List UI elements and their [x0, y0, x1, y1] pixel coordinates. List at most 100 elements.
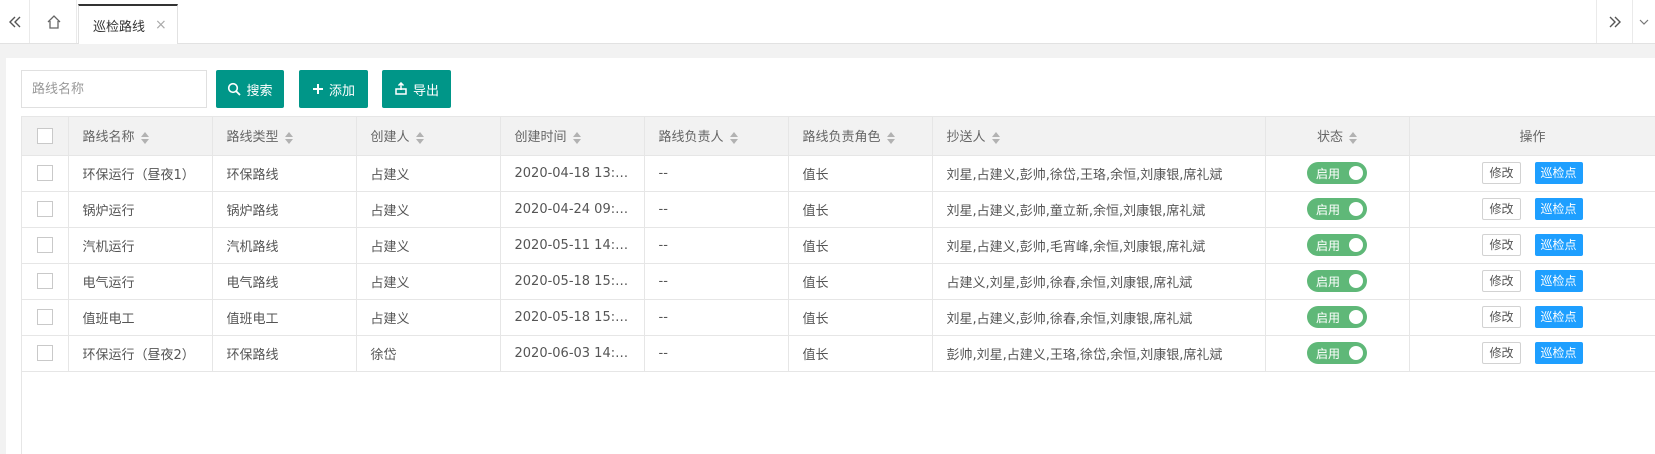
cell-route-type: 值班电工 [212, 299, 357, 336]
col-header-type[interactable]: 路线类型 [212, 117, 357, 156]
cell-created-time: 2020-06-03 14:0… [500, 335, 645, 372]
cell-cc: 彭帅,刘星,占建义,王珞,徐岱,余恒,刘康银,席礼斌 [932, 335, 1266, 372]
cell-creator: 徐岱 [356, 335, 501, 372]
export-button[interactable]: 导出 [382, 70, 451, 108]
edit-button[interactable]: 修改 [1482, 198, 1521, 220]
cell-created-time: 2020-04-24 09:0… [500, 191, 645, 228]
cell-route-name: 环保运行（昼夜2） [68, 335, 213, 372]
patrol-points-button[interactable]: 巡检点 [1534, 306, 1583, 328]
table-row[interactable]: 值班电工 值班电工 占建义 2020-05-18 15:1… -- 值长 刘星,占建义,彭帅… [22, 299, 1655, 336]
scroll-right-icon[interactable] [1596, 0, 1632, 43]
cell-owner-role: 值长 [788, 263, 933, 300]
status-toggle[interactable]: 启用 [1307, 162, 1367, 184]
patrol-points-button[interactable]: 巡检点 [1534, 270, 1583, 292]
col-header-owner[interactable]: 路线负责人 [644, 117, 789, 156]
toggle-knob [1349, 238, 1363, 252]
cell-route-type: 锅炉路线 [212, 191, 357, 228]
col-header-cc[interactable]: 抄送人 [932, 117, 1266, 156]
cell-cc: 刘星,占建义,彭帅,童立新,余恒,刘康银,席礼斌 [932, 191, 1266, 228]
edit-button[interactable]: 修改 [1482, 234, 1521, 256]
status-toggle-label: 启用 [1316, 238, 1341, 253]
patrol-points-button[interactable]: 巡检点 [1534, 234, 1583, 256]
table-row[interactable]: 汽机运行 汽机路线 占建义 2020-05-11 14:0… -- 值长 刘星,占建义,彭帅… [22, 227, 1655, 264]
col-header-name[interactable]: 路线名称 [68, 117, 213, 156]
row-checkbox[interactable] [36, 273, 53, 289]
add-button[interactable]: 添加 [299, 70, 368, 108]
status-toggle[interactable]: 启用 [1307, 234, 1367, 256]
row-checkbox[interactable] [36, 165, 53, 181]
cell-route-owner: -- [644, 155, 789, 192]
cell-route-name: 汽机运行 [68, 227, 213, 264]
sort-icon[interactable] [991, 131, 1000, 144]
cell-creator: 占建义 [356, 263, 501, 300]
edit-button[interactable]: 修改 [1482, 162, 1521, 184]
row-checkbox[interactable] [36, 201, 53, 217]
cell-actions: 修改 巡检点 [1409, 155, 1655, 192]
col-header-creator[interactable]: 创建人 [356, 117, 501, 156]
col-header-role[interactable]: 路线负责角色 [788, 117, 933, 156]
cell-route-type: 汽机路线 [212, 227, 357, 264]
patrol-points-button[interactable]: 巡检点 [1534, 162, 1583, 184]
status-toggle[interactable]: 启用 [1307, 198, 1367, 220]
search-button[interactable]: 搜索 [216, 70, 284, 108]
col-header-status[interactable]: 状态 [1265, 117, 1410, 156]
status-toggle[interactable]: 启用 [1307, 342, 1367, 364]
sort-icon[interactable] [1349, 131, 1357, 144]
cell-owner-role: 值长 [788, 335, 933, 372]
patrol-points-button[interactable]: 巡检点 [1534, 342, 1583, 364]
tab-patrol-route[interactable]: 巡检路线 × [78, 4, 178, 44]
row-checkbox[interactable] [36, 345, 53, 361]
chevron-down-icon[interactable] [1632, 0, 1655, 43]
table-row[interactable]: 环保运行（昼夜2） 环保路线 徐岱 2020-06-03 14:0… -- 值长 彭帅,刘星… [22, 335, 1655, 372]
status-toggle-label: 启用 [1316, 310, 1341, 325]
row-checkbox[interactable] [36, 309, 53, 325]
sort-icon[interactable] [572, 131, 581, 144]
cell-route-name: 电气运行 [68, 263, 213, 300]
cell-creator: 占建义 [356, 227, 501, 264]
row-checkbox[interactable] [36, 237, 53, 253]
edit-button[interactable]: 修改 [1482, 342, 1521, 364]
cell-created-time: 2020-05-18 15:1… [500, 299, 645, 336]
table-row[interactable]: 环保运行（昼夜1） 环保路线 占建义 2020-04-18 13:2… -- 值长 刘星,占… [22, 155, 1655, 192]
cell-status: 启用 [1265, 335, 1410, 372]
row-select-cell [22, 191, 69, 228]
cell-cc: 占建义,刘星,彭帅,徐春,余恒,刘康银,席礼斌 [932, 263, 1266, 300]
cell-cc: 刘星,占建义,彭帅,毛宵峰,余恒,刘康银,席礼斌 [932, 227, 1266, 264]
table-row[interactable]: 电气运行 电气路线 占建义 2020-05-18 15:0… -- 值长 占建义,刘星,彭帅… [22, 263, 1655, 300]
status-toggle-label: 启用 [1316, 346, 1341, 361]
status-toggle[interactable]: 启用 [1307, 306, 1367, 328]
select-all-checkbox[interactable] [36, 127, 53, 144]
cell-route-owner: -- [644, 335, 789, 372]
patrol-points-button[interactable]: 巡检点 [1534, 198, 1583, 220]
cell-actions: 修改 巡检点 [1409, 299, 1655, 336]
row-select-cell [22, 263, 69, 300]
cell-cc: 刘星,占建义,彭帅,徐春,余恒,刘康银,席礼斌 [932, 299, 1266, 336]
tab-close-icon[interactable]: × [155, 17, 167, 33]
edit-button[interactable]: 修改 [1482, 270, 1521, 292]
export-button-label: 导出 [412, 83, 439, 99]
export-icon [395, 82, 407, 95]
sort-icon[interactable] [729, 131, 738, 144]
cell-status: 启用 [1265, 155, 1410, 192]
sort-icon[interactable] [886, 131, 895, 144]
route-name-search-input[interactable] [21, 70, 207, 108]
table-row[interactable]: 锅炉运行 锅炉路线 占建义 2020-04-24 09:0… -- 值长 刘星,占建义,彭帅… [22, 191, 1655, 228]
scroll-left-icon[interactable] [0, 0, 30, 43]
row-select-cell [22, 227, 69, 264]
home-icon[interactable] [31, 0, 77, 43]
sort-icon[interactable] [415, 131, 424, 144]
add-button-label: 添加 [328, 83, 355, 99]
col-header-created[interactable]: 创建时间 [500, 117, 645, 156]
cell-actions: 修改 巡检点 [1409, 227, 1655, 264]
status-toggle[interactable]: 启用 [1307, 270, 1367, 292]
sort-icon[interactable] [140, 131, 149, 144]
sort-icon[interactable] [284, 131, 293, 144]
cell-creator: 占建义 [356, 191, 501, 228]
toggle-knob [1349, 310, 1363, 324]
cell-route-owner: -- [644, 191, 789, 228]
cell-route-name: 锅炉运行 [68, 191, 213, 228]
cell-owner-role: 值长 [788, 227, 933, 264]
edit-button[interactable]: 修改 [1482, 306, 1521, 328]
toggle-knob [1349, 274, 1363, 288]
cell-route-type: 环保路线 [212, 335, 357, 372]
